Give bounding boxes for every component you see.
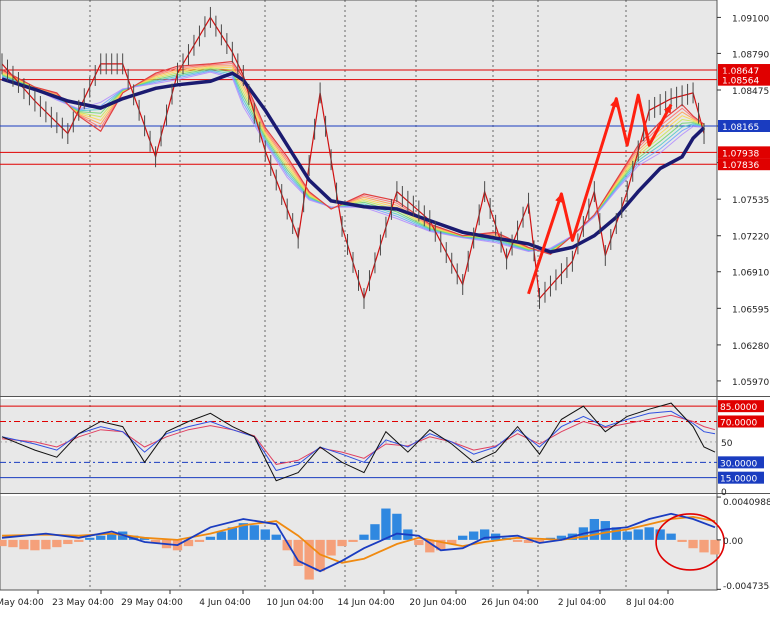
macd-histogram-bar <box>41 539 51 550</box>
macd-histogram-bar <box>326 539 336 556</box>
price-tick-label: 1.05970 <box>732 378 769 388</box>
x-tick-label: 26 Jun 04:00 <box>481 598 538 608</box>
price-tick-label: 1.06595 <box>732 305 769 315</box>
macd-histogram-bar <box>96 535 106 540</box>
macd-histogram-bar <box>8 539 18 548</box>
x-tick-label: 10 Jun 04:00 <box>266 598 323 608</box>
macd-histogram-bar <box>52 539 62 548</box>
macd-histogram-bar <box>699 539 709 553</box>
panels-background <box>0 0 770 591</box>
macd-histogram-bar <box>644 527 654 540</box>
macd-histogram-bar <box>622 531 632 540</box>
macd-histogram-bar <box>688 539 698 549</box>
macd-tick-label: 0.00 <box>723 537 743 547</box>
macd-histogram-bar <box>633 529 643 540</box>
macd-histogram-bar <box>666 533 676 540</box>
oscillator-level-label: 70.0000 <box>720 418 757 428</box>
x-tick-label: 2 Jul 04:00 <box>558 598 607 608</box>
macd-histogram-bar <box>194 539 205 542</box>
oscillator-level-label: 15.0000 <box>720 475 757 485</box>
macd-histogram-bar <box>359 534 369 540</box>
x-tick-label: 8 Jul 04:00 <box>626 598 675 608</box>
price-tick-label: 1.08475 <box>732 87 769 97</box>
macd-histogram-bar <box>30 539 40 551</box>
macd-histogram-bar <box>205 536 216 540</box>
price-level-label: 1.07938 <box>722 149 759 159</box>
macd-histogram-bar <box>85 537 95 540</box>
price-tick-label: 1.06910 <box>732 269 769 279</box>
oscillator-tick-label: 50 <box>721 439 733 449</box>
chart-root: 1.091001.087901.084751.081651.078501.075… <box>0 0 770 613</box>
macd-histogram-bar <box>469 531 479 540</box>
macd-panel <box>0 496 717 590</box>
oscillator-tick-label: 0 <box>721 488 727 498</box>
macd-histogram-bar <box>249 525 259 540</box>
macd-histogram-bar <box>589 518 600 540</box>
macd-histogram-bar <box>370 524 380 540</box>
macd-histogram-bar <box>216 531 227 540</box>
macd-tick-label: -0.0047358 <box>723 582 770 592</box>
macd-histogram-bar <box>710 539 720 555</box>
x-tick-label: 23 May 04:00 <box>52 598 114 608</box>
oscillator-level-label: 85.0000 <box>720 403 757 413</box>
macd-histogram-bar <box>414 539 424 546</box>
macd-histogram-bar <box>458 535 468 540</box>
x-tick-label: 4 Jun 04:00 <box>199 598 251 608</box>
x-tick-label: May 04:00 <box>0 598 44 608</box>
macd-histogram-bar <box>260 529 270 540</box>
macd-histogram-bar <box>512 539 523 542</box>
x-tick-label: 14 Jun 04:00 <box>337 598 394 608</box>
macd-histogram-bar <box>74 539 84 542</box>
x-tick-label: 20 Jun 04:00 <box>409 598 466 608</box>
price-level-label: 1.08165 <box>722 123 759 133</box>
price-tick-label: 1.07535 <box>732 196 769 206</box>
price-tick-label: 1.08790 <box>732 50 769 60</box>
macd-histogram-bar <box>677 539 687 542</box>
macd-histogram-bar <box>337 539 347 547</box>
macd-histogram-bar <box>271 534 281 540</box>
price-tick-label: 1.06280 <box>732 342 769 352</box>
price-tick-label: 1.09100 <box>732 14 769 24</box>
chart-svg: 1.091001.087901.084751.081651.078501.075… <box>0 0 770 608</box>
oscillator-panel <box>0 399 717 493</box>
macd-histogram-bar <box>348 539 358 542</box>
macd-histogram-bar <box>0 539 7 547</box>
macd-tick-label: 0.0040988 <box>723 498 770 508</box>
price-level-label: 1.08564 <box>722 77 759 87</box>
price-level-label: 1.07836 <box>722 161 759 171</box>
price-tick-label: 1.07220 <box>732 233 769 243</box>
x-tick-label: 29 May 04:00 <box>121 598 183 608</box>
oscillator-level-label: 30.0000 <box>720 459 757 469</box>
macd-histogram-bar <box>381 508 391 540</box>
macd-histogram-bar <box>63 539 73 545</box>
macd-histogram-bar <box>19 539 29 550</box>
